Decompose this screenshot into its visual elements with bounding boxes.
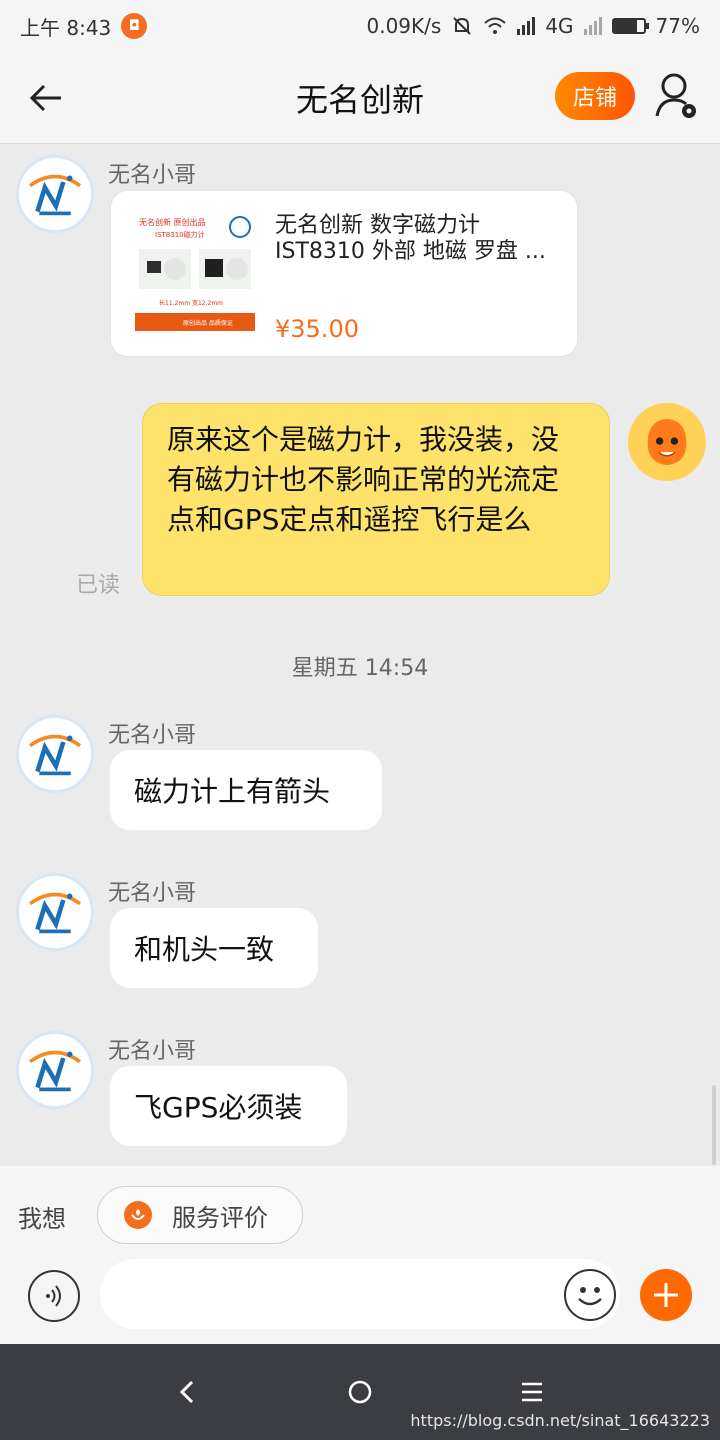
status-bar: 上午 8:43 ◘ 0.09K/s 4G 77% (0, 0, 720, 52)
system-home-button[interactable] (340, 1372, 380, 1412)
store-logo-icon (20, 877, 90, 947)
read-status: 已读 (76, 573, 121, 598)
mute-bell-icon (453, 17, 472, 35)
voice-input-button[interactable] (28, 1270, 80, 1322)
system-home-icon (348, 1380, 372, 1404)
status-indicators: 0.09K/s 4G 77% (367, 14, 701, 38)
mascot-avatar-icon (631, 406, 703, 478)
message-input[interactable] (100, 1259, 620, 1329)
seller-avatar[interactable] (16, 1031, 94, 1109)
system-back-button[interactable] (168, 1372, 208, 1412)
store-logo-icon (20, 159, 90, 229)
message-text: 飞GPS必须装 (134, 1091, 303, 1124)
signal-bars-icon (517, 17, 536, 35)
thumb-bottom-text: 原创出品 品质保证 (183, 319, 233, 327)
my-message-bubble[interactable]: 原来这个是磁力计，我没装，没有磁力计也不影响正常的光流定点和GPS定点和遥控飞行… (142, 403, 610, 596)
back-arrow-icon (29, 84, 61, 112)
net-speed: 0.09K/s (366, 14, 442, 38)
voice-icon (46, 1285, 61, 1307)
product-price: ¥35.00 (275, 315, 359, 343)
quick-reply-label: 我想 (18, 1205, 66, 1233)
seller-avatar[interactable] (16, 715, 94, 793)
service-review-chip[interactable]: 服务评价 (97, 1186, 303, 1244)
system-back-icon (179, 1380, 194, 1404)
message-text: 磁力计上有箭头 (134, 775, 331, 808)
system-menu-icon (522, 1382, 542, 1402)
message-bubble[interactable]: 和机头一致 (110, 908, 318, 988)
message-bubble[interactable]: 飞GPS必须装 (110, 1066, 347, 1146)
plus-icon (654, 1283, 678, 1307)
chat-timestamp: 星期五 14:54 (291, 656, 429, 681)
system-nav-bar: https://blog.csdn.net/sinat_16643223 (0, 1344, 720, 1440)
sender-name: 无名小哥 (108, 881, 197, 906)
battery-percent: 77% (655, 14, 700, 38)
my-avatar[interactable] (628, 403, 706, 481)
thumb-top-text: 无名创新 原创出品 (139, 217, 206, 227)
product-title[interactable]: 无名创新 数字磁力计 IST8310 外部 地磁 罗盘 ... (275, 213, 555, 265)
product-image: 无名创新 原创出品 IST8310磁力计 长11.2mm 宽12.2mm 原创出… (135, 213, 255, 333)
chat-header: 无名创新 店铺 (0, 52, 720, 144)
system-menu-button[interactable] (512, 1372, 552, 1412)
network-type: 4G (545, 14, 574, 38)
store-logo-icon (20, 719, 90, 789)
app-notification-icon: ◘ (121, 13, 148, 39)
battery-icon (611, 18, 649, 34)
seller-avatar[interactable] (16, 873, 94, 951)
emoji-button[interactable] (564, 1269, 616, 1321)
store-logo-icon (20, 1035, 90, 1105)
emoji-icon (578, 1287, 602, 1306)
wifi-icon (484, 17, 506, 34)
seller-avatar[interactable] (16, 155, 94, 233)
watermark-url: https://blog.csdn.net/sinat_16643223 (410, 1411, 710, 1430)
message-text: 原来这个是磁力计，我没装，没有磁力计也不影响正常的光流定点和GPS定点和遥控飞行… (167, 423, 560, 536)
thumb-sub-text: IST8310磁力计 (155, 230, 205, 239)
battery-fill (613, 20, 637, 32)
message-bubble[interactable]: 磁力计上有箭头 (110, 750, 382, 830)
service-review-icon (124, 1201, 152, 1229)
sender-name: 无名小哥 (108, 163, 197, 188)
sender-name: 无名小哥 (108, 723, 197, 748)
composer: 我想 服务评价 (0, 1166, 720, 1344)
shop-button[interactable]: 店铺 (555, 72, 635, 120)
quick-chip-label: 服务评价 (172, 1203, 268, 1232)
status-time: 上午 8:43 (20, 15, 112, 40)
product-card[interactable]: 无名创新 原创出品 IST8310磁力计 长11.2mm 宽12.2mm 原创出… (110, 190, 578, 357)
signal-bars-secondary-icon (583, 17, 602, 35)
user-settings-icon (655, 73, 696, 118)
sender-name: 无名小哥 (108, 1039, 197, 1064)
back-button[interactable] (22, 74, 70, 122)
product-thumbnail[interactable]: 无名创新 原创出品 IST8310磁力计 长11.2mm 宽12.2mm 原创出… (135, 213, 255, 333)
chat-messages[interactable]: 无名小哥 无名创新 原创出品 IST8310磁力计 长11.2mm 宽12.2m… (0, 145, 720, 1165)
profile-settings-button[interactable] (654, 72, 700, 122)
thumb-dim-text: 长11.2mm 宽12.2mm (159, 299, 223, 307)
chat-scrollbar[interactable] (712, 1085, 716, 1165)
more-actions-button[interactable] (640, 1269, 692, 1321)
message-text: 和机头一致 (134, 933, 275, 966)
